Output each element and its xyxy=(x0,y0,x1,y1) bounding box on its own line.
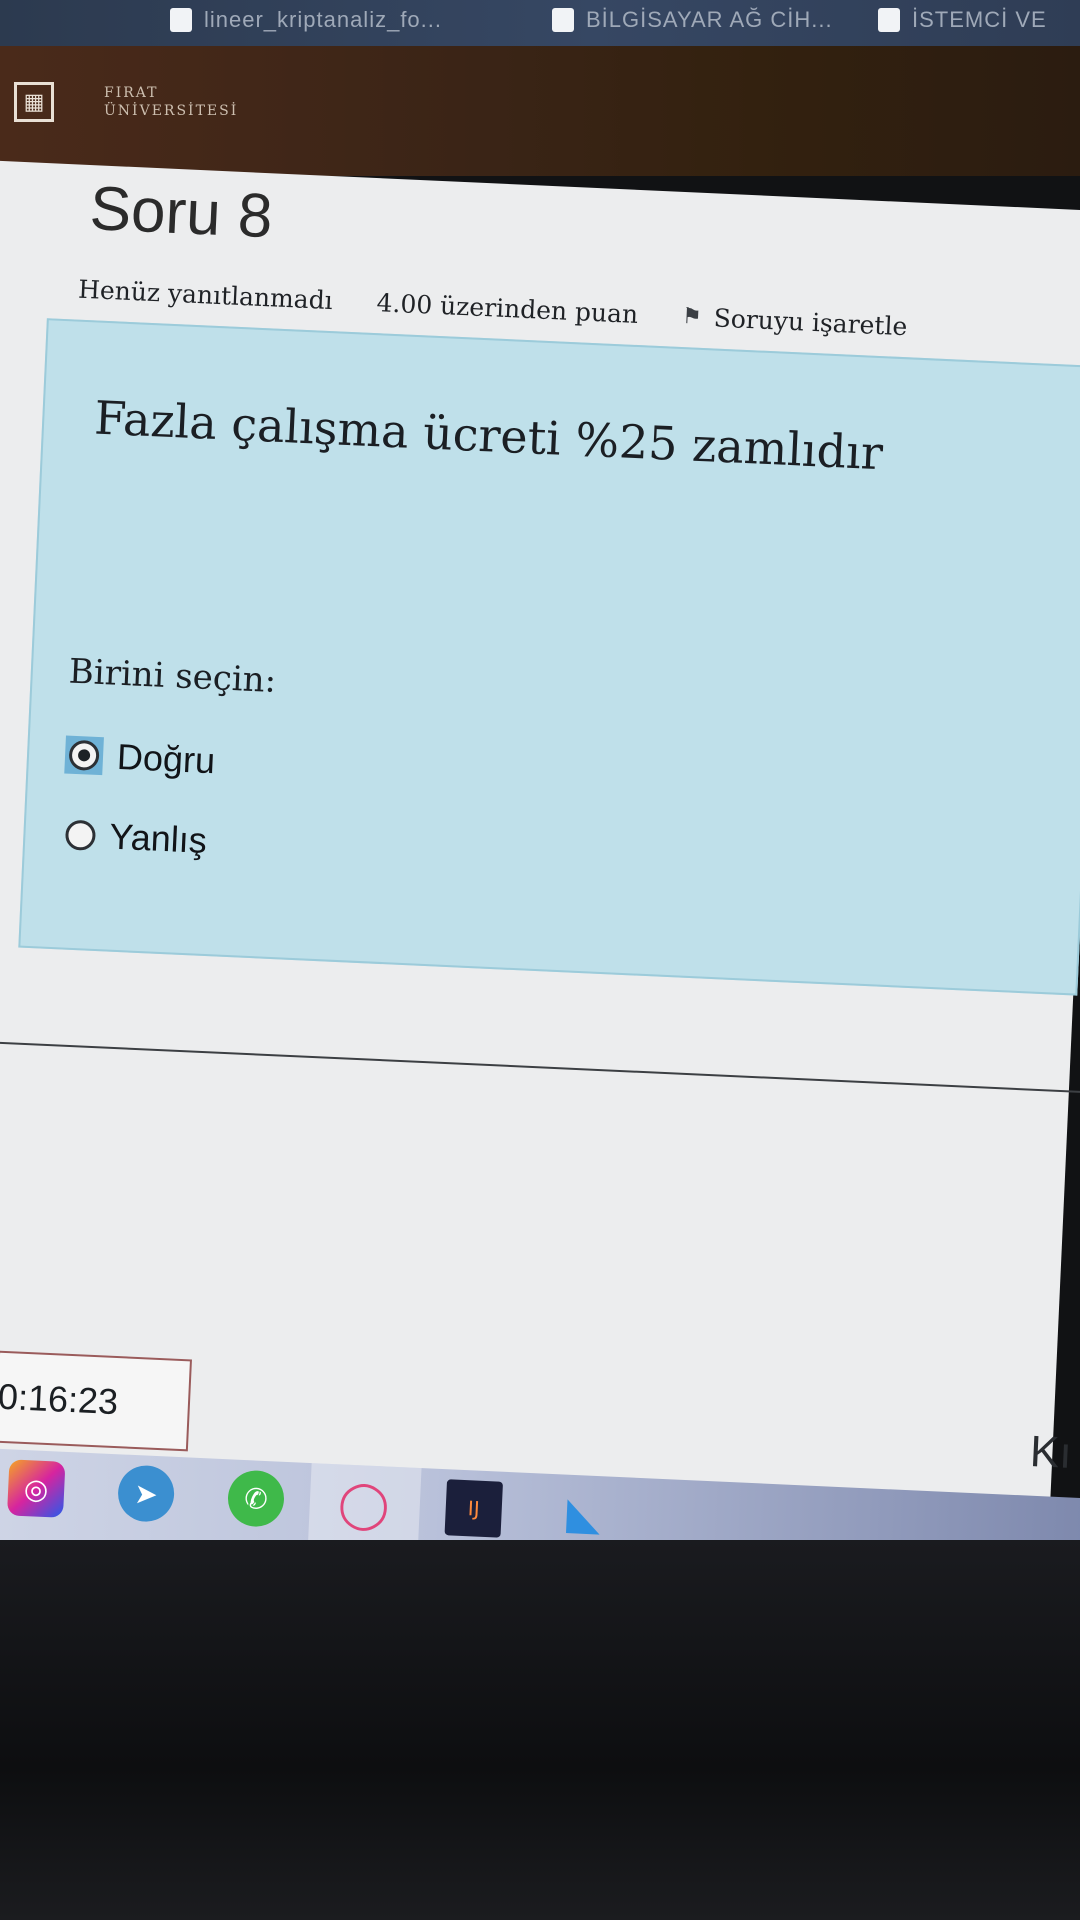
screen: lineer_kriptanaliz_fo... BİLGİSAYAR AĞ C… xyxy=(0,0,1080,1920)
document-icon xyxy=(552,8,574,32)
bookmark-label: İSTEMCİ VE xyxy=(912,7,1047,32)
answer-option-yanlis[interactable]: Yanlış xyxy=(61,813,208,862)
divider xyxy=(0,1039,1080,1094)
flag-question-label: Soruyu işaretle xyxy=(713,303,908,342)
quiz-page: Soru 8 Henüz yanıtlanmadı 4.00 üzerinden… xyxy=(0,160,1080,1540)
radio-button-yanlis[interactable] xyxy=(64,819,97,851)
university-name: FIRAT ÜNİVERSİTESİ xyxy=(104,84,238,120)
university-logo-icon[interactable]: ▦ xyxy=(14,82,54,122)
answer-option-dogru[interactable]: Doğru xyxy=(64,733,216,782)
monitor-bezel xyxy=(0,1540,1080,1920)
timer-value: 0:16:23 xyxy=(0,1375,120,1423)
whatsapp-icon[interactable]: ✆ xyxy=(226,1469,286,1528)
bookmark-bar: lineer_kriptanaliz_fo... BİLGİSAYAR AĞ C… xyxy=(0,0,1080,46)
document-icon xyxy=(878,8,900,32)
answer-option-label: Yanlış xyxy=(108,815,208,861)
flag-icon: ⚑ xyxy=(681,304,703,330)
next-page-button[interactable]: Kı xyxy=(1029,1427,1073,1479)
question-status: Henüz yanıtlanmadı xyxy=(77,274,334,316)
intellij-icon[interactable]: IJ xyxy=(444,1479,504,1538)
bookmark-item[interactable]: İSTEMCİ VE xyxy=(878,4,1047,36)
bookmark-label: lineer_kriptanaliz_fo... xyxy=(204,7,443,32)
quiz-timer: 0:16:23 xyxy=(0,1350,192,1452)
flag-question-link[interactable]: ⚑ Soruyu işaretle xyxy=(681,302,908,342)
site-header: ▦ FIRAT ÜNİVERSİTESİ xyxy=(0,46,1080,176)
question-box: Fazla çalışma ücreti %25 zamlıdır Birini… xyxy=(18,318,1080,996)
question-text: Fazla çalışma ücreti %25 zamlıdır xyxy=(93,390,885,481)
question-points: 4.00 üzerinden puan xyxy=(375,288,639,329)
bookmark-label: BİLGİSAYAR AĞ CİH... xyxy=(586,7,833,32)
opera-icon[interactable]: ◯ xyxy=(335,1474,393,1532)
vscode-icon[interactable]: ◣ xyxy=(554,1484,612,1542)
radio-button-dogru[interactable] xyxy=(68,739,100,772)
bookmark-item[interactable]: lineer_kriptanaliz_fo... xyxy=(170,4,442,36)
instagram-icon[interactable]: ◎ xyxy=(6,1459,66,1518)
answer-prompt: Birini seçin: xyxy=(67,651,277,701)
answer-option-label: Doğru xyxy=(116,735,216,782)
document-icon xyxy=(170,8,192,32)
telegram-icon[interactable]: ➤ xyxy=(116,1464,176,1523)
radio-focus-ring xyxy=(64,735,104,776)
university-name-line2: ÜNİVERSİTESİ xyxy=(104,103,239,119)
university-name-line1: FIRAT xyxy=(104,85,159,101)
bookmark-item[interactable]: BİLGİSAYAR AĞ CİH... xyxy=(552,4,833,36)
question-number: Soru 8 xyxy=(88,174,274,252)
